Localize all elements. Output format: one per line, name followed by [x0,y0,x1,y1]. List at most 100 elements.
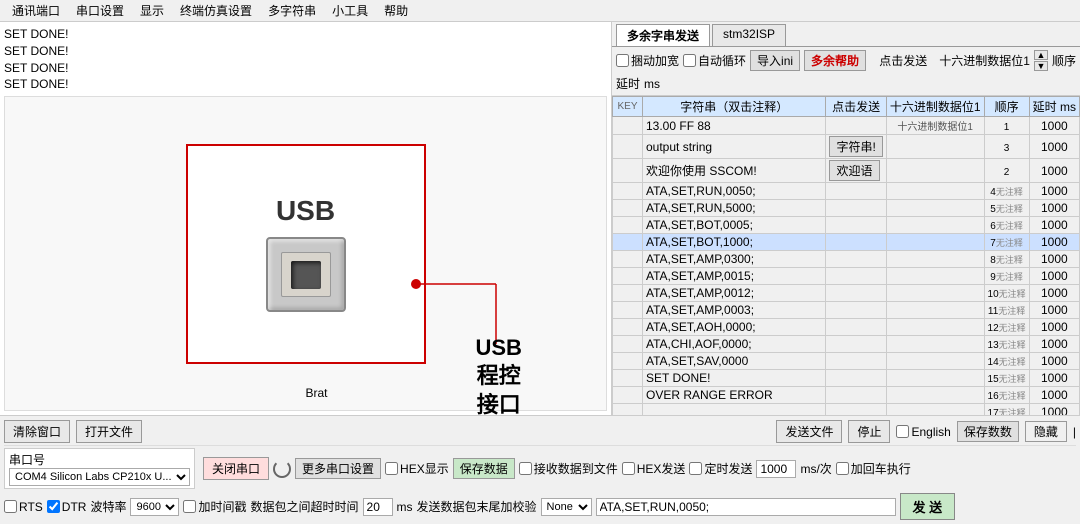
open-file-btn[interactable]: 打开文件 [76,420,142,443]
command-table-container[interactable]: KEY 字符串（双击注释） 点击发送 十六进制数据位1 顺序 延时 ms 13.… [612,96,1080,415]
clear-window-btn[interactable]: 清除窗口 [4,420,70,443]
cell-sendbtn[interactable]: 字符串! [826,135,886,159]
table-row[interactable]: output string字符串!31000 [613,135,1080,159]
cell-sendbtn[interactable] [826,234,886,251]
tab-stm32isp[interactable]: stm32ISP [712,24,786,46]
cell-sendbtn[interactable] [826,302,886,319]
order-up-btn[interactable]: ▲ [1034,50,1048,60]
cell-order: 13无注释 [984,336,1029,353]
cell-sendbtn[interactable] [826,285,886,302]
send-input[interactable] [596,498,896,516]
refresh-icon[interactable] [273,460,291,478]
dtr-checkbox[interactable] [47,500,60,513]
order-stepper[interactable]: ▲ ▼ [1034,50,1048,71]
cell-cmd[interactable]: ATA,SET,BOT,1000; [643,234,826,251]
cell-cmd[interactable]: ATA,SET,SAV,0000 [643,353,826,370]
menu-port[interactable]: 通讯端口 [4,0,68,21]
cell-cmd[interactable]: output string [643,135,826,159]
cell-cmd[interactable]: 欢迎你使用 SSCOM! [643,159,826,183]
table-row[interactable]: ATA,SET,AMP,0003;11无注释1000 [613,302,1080,319]
menu-multistring[interactable]: 多字符串 [260,0,324,21]
cell-cmd[interactable]: ATA,SET,AMP,0003; [643,302,826,319]
stop-btn[interactable]: 停止 [848,420,890,443]
order-down-btn[interactable]: ▼ [1034,61,1048,71]
save-param-btn[interactable]: 保存数数 [957,421,1019,442]
cell-sendbtn[interactable] [826,251,886,268]
recv-file-checkbox[interactable] [519,462,532,475]
send-cmd-btn[interactable]: 欢迎语 [829,160,879,181]
cell-hex [886,319,984,336]
table-row[interactable]: ATA,SET,SAV,000014无注释1000 [613,353,1080,370]
port-select[interactable]: COM4 Silicon Labs CP210x U... [9,468,190,486]
add-time-checkbox[interactable] [183,500,196,513]
cell-cmd[interactable]: ATA,SET,BOT,0005; [643,217,826,234]
timeout-input[interactable] [363,498,393,516]
table-row[interactable]: ATA,CHI,AOF,0000;13无注释1000 [613,336,1080,353]
cell-sendbtn[interactable] [826,370,886,387]
menu-tools[interactable]: 小工具 [324,0,376,21]
send-file-btn[interactable]: 发送文件 [776,420,842,443]
hide-btn[interactable]: 隐藏 [1025,421,1067,442]
cell-sendbtn[interactable] [826,387,886,404]
cell-sendbtn[interactable] [826,336,886,353]
table-row[interactable]: OVER RANGE ERROR16无注释1000 [613,387,1080,404]
table-row[interactable]: ATA,SET,AMP,0300;8无注释1000 [613,251,1080,268]
add-newline-checkbox[interactable] [836,462,849,475]
cell-cmd[interactable]: ATA,SET,AMP,0300; [643,251,826,268]
baud-select[interactable]: 9600 [130,498,179,516]
timed-send-checkbox[interactable] [689,462,702,475]
save-data-btn[interactable]: 保存数据 [453,458,515,479]
auto-loop-checkbox[interactable] [683,54,696,67]
menu-display[interactable]: 显示 [132,0,172,21]
cell-cmd[interactable]: ATA,SET,AMP,0015; [643,268,826,285]
table-row[interactable]: 17无注释1000 [613,404,1080,416]
cell-sendbtn[interactable] [826,319,886,336]
table-row[interactable]: 欢迎你使用 SSCOM!欢迎语21000 [613,159,1080,183]
timed-value-input[interactable] [756,460,796,478]
send-cmd-btn[interactable]: 字符串! [829,136,882,157]
menu-serial-settings[interactable]: 串口设置 [68,0,132,21]
send-btn[interactable]: 发 送 [900,493,956,520]
table-row[interactable]: ATA,SET,RUN,0050;4无注释1000 [613,183,1080,200]
loop-checkbox[interactable] [616,54,629,67]
cell-cmd[interactable]: ATA,SET,AMP,0012; [643,285,826,302]
table-row[interactable]: ATA,SET,RUN,5000;5无注释1000 [613,200,1080,217]
tab-multistring[interactable]: 多余字串发送 [616,24,710,46]
hex-send-checkbox[interactable] [622,462,635,475]
table-row[interactable]: ATA,SET,AMP,0015;9无注释1000 [613,268,1080,285]
import-ini-btn[interactable]: 导入ini [750,50,800,71]
hex-display-checkbox[interactable] [385,462,398,475]
cell-cmd[interactable]: OVER RANGE ERROR [643,387,826,404]
cell-cmd[interactable]: ATA,SET,RUN,5000; [643,200,826,217]
table-row[interactable]: 13.00 FF 88十六进制数据位111000 [613,117,1080,135]
english-checkbox[interactable] [896,425,909,438]
cell-sendbtn[interactable]: 欢迎语 [826,159,886,183]
cell-sendbtn[interactable] [826,217,886,234]
cell-sendbtn[interactable] [826,117,886,135]
cell-sendbtn[interactable] [826,268,886,285]
rts-checkbox[interactable] [4,500,17,513]
checksum-select[interactable]: None [541,498,592,516]
cell-sendbtn[interactable] [826,404,886,416]
cell-cmd[interactable]: 13.00 FF 88 [643,117,826,135]
table-row[interactable]: ATA,SET,AOH,0000;12无注释1000 [613,319,1080,336]
table-row[interactable]: ATA,SET,BOT,0005;6无注释1000 [613,217,1080,234]
cell-cmd[interactable]: ATA,CHI,AOF,0000; [643,336,826,353]
cell-sendbtn[interactable] [826,183,886,200]
menu-terminal[interactable]: 终端仿真设置 [172,0,260,21]
cell-sendbtn[interactable] [826,200,886,217]
cell-cmd[interactable] [643,404,826,416]
cell-delay: 1000 [1029,183,1079,200]
close-port-btn[interactable]: 关闭串口 [203,457,269,480]
table-row[interactable]: ATA,SET,AMP,0012;10无注释1000 [613,285,1080,302]
table-row[interactable]: SET DONE!15无注释1000 [613,370,1080,387]
menu-help[interactable]: 帮助 [376,0,416,21]
cell-cmd[interactable]: SET DONE! [643,370,826,387]
cell-cmd[interactable]: ATA,SET,AOH,0000; [643,319,826,336]
more-settings-btn[interactable]: 更多串口设置 [295,458,381,479]
cell-cmd[interactable]: ATA,SET,RUN,0050; [643,183,826,200]
cell-delay: 1000 [1029,370,1079,387]
help-btn[interactable]: 多余帮助 [804,50,866,71]
cell-sendbtn[interactable] [826,353,886,370]
table-row[interactable]: ATA,SET,BOT,1000;7无注释1000 [613,234,1080,251]
